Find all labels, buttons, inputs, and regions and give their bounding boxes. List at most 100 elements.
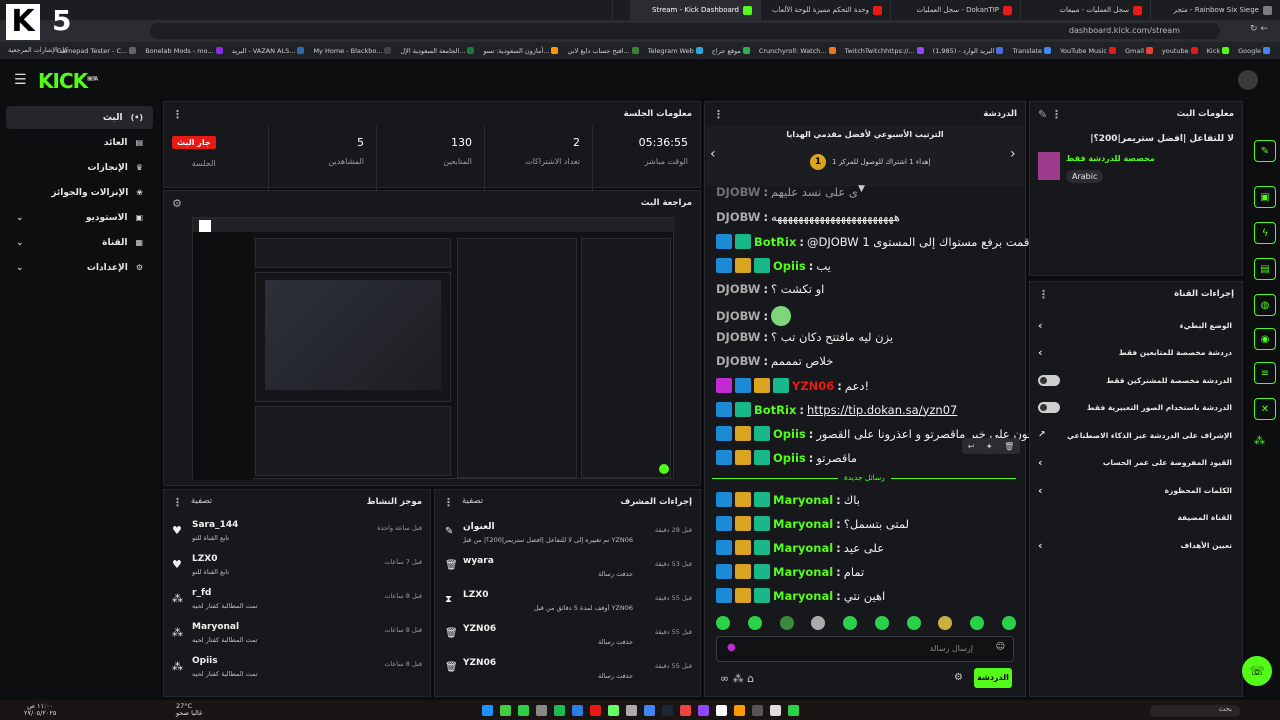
channel-action-row[interactable]: الإشراف على الدردشة عبر الذكاء الاصطناعي… <box>1032 422 1238 448</box>
pin-icon[interactable]: ▼ <box>858 184 865 194</box>
bookmark[interactable]: Crunchyroll: Watch... <box>759 47 836 55</box>
chat-message[interactable]: DJOBW: ي على نسد عليهم <box>716 186 858 198</box>
chat-message[interactable]: Maryonal: على عيد <box>716 540 884 555</box>
taskbar-app-icon[interactable] <box>553 704 565 716</box>
category[interactable]: مخصصة للدردشة فقط <box>1066 154 1155 163</box>
taskbar-app-icon[interactable] <box>589 704 601 716</box>
emote-icon[interactable] <box>1001 616 1016 630</box>
activity-menu-icon[interactable]: ⋮ <box>172 496 183 509</box>
emote-icon[interactable] <box>716 616 730 630</box>
stream-preview-video[interactable] <box>192 217 675 480</box>
session-menu-icon[interactable]: ⋮ <box>172 108 183 121</box>
sidebar-item[interactable]: ⌄ الاستوديو ▣ <box>6 206 153 229</box>
activity-user[interactable]: Sara_144 <box>192 520 238 530</box>
channel-action-row[interactable]: الكلمات المحظورة › <box>1032 477 1238 503</box>
activity-filter[interactable]: تصفية <box>191 496 212 509</box>
emote-icon[interactable] <box>747 616 762 630</box>
sidebar-item[interactable]: الإنجازات ♛ <box>6 156 153 179</box>
channel-action-row[interactable]: الدردشة مخصصة للمشتركين فقط <box>1032 367 1238 393</box>
chat-message[interactable]: Maryonal: اهين نتي <box>716 588 885 603</box>
delete-icon[interactable]: 🗑 <box>1004 442 1014 451</box>
modaction-target[interactable]: LZX0 <box>463 590 488 600</box>
bookmark[interactable]: Google <box>1238 47 1270 55</box>
chat-message[interactable]: YZN06: دعم! <box>716 378 869 393</box>
settings-icons[interactable]: ∞ ⁂ ⌂ <box>720 672 754 685</box>
channel-action-row[interactable]: الدردشة باستخدام الصور التعبيرية فقط <box>1032 395 1238 421</box>
broadcast-rail-icon[interactable]: ◉ <box>1254 328 1276 350</box>
emote-icon[interactable] <box>874 616 889 630</box>
taskbar-app-icon[interactable] <box>787 704 799 716</box>
chat-username[interactable]: YZN06 <box>792 379 834 393</box>
chat-message[interactable]: DJOBW: <box>716 306 794 326</box>
bookmark[interactable]: YouTube Music <box>1060 47 1116 55</box>
preview-settings-icon[interactable]: ⚙ <box>172 197 182 210</box>
menu-icon[interactable]: ☰ <box>14 72 27 88</box>
bolt-rail-icon[interactable]: ϟ <box>1254 222 1276 244</box>
chevron-left-icon[interactable]: ‹ <box>710 146 716 162</box>
message-actions[interactable]: ↩ ✦ 🗑 <box>962 438 1020 454</box>
chat-rail-icon[interactable]: ◍ <box>1254 294 1276 316</box>
bookmark[interactable]: Gamepad Tester - C... <box>57 47 137 55</box>
browser-tab[interactable]: Stream - Kick Dashboard <box>630 0 760 20</box>
channel-action-row[interactable]: الوضع البطيء › <box>1032 312 1238 338</box>
bookmark[interactable]: youtube <box>1162 47 1198 55</box>
bookmark[interactable]: My Home - Blackbo... <box>313 47 392 55</box>
kick-logo[interactable]: KICKBETA <box>38 69 98 93</box>
modactions-menu-icon[interactable]: ⋮ <box>443 496 454 509</box>
chat-username[interactable]: Maryonal <box>773 517 833 531</box>
taskbar-app-icon[interactable] <box>499 704 511 716</box>
modaction-target[interactable]: YZN06 <box>463 624 496 634</box>
channel-action-row[interactable]: تعيين الأهداف › <box>1032 532 1238 558</box>
all-bookmarks[interactable]: كل الإشارات المرجعية <box>8 46 68 54</box>
chat-message[interactable]: DJOBW: خلاص تمممم <box>716 354 833 368</box>
bookmark[interactable]: البريد - VAZAN ALS... <box>232 47 305 55</box>
taskbar-app-icon[interactable] <box>517 704 529 716</box>
emote-icon[interactable] <box>779 616 794 630</box>
reload-icon[interactable]: ↻ ← <box>1250 24 1268 34</box>
send-button[interactable]: الدردشة <box>974 668 1012 688</box>
mic-icon[interactable]: ● <box>727 642 736 653</box>
chat-username[interactable]: DJOBW <box>716 354 760 368</box>
taskbar-search[interactable]: بحث <box>1150 705 1240 717</box>
edit-rail-icon[interactable]: ✎ <box>1254 140 1276 162</box>
chevron-right-icon[interactable]: › <box>1010 146 1016 162</box>
browser-tab[interactable]: وحدة التحكم مميزة للوحة الألعاب <box>760 0 890 20</box>
chat-message[interactable]: Opiis: ماقصرتو <box>716 450 857 465</box>
share-rail-icon[interactable]: ⁂ <box>1254 434 1265 447</box>
chat-menu-icon[interactable]: ⋮ <box>713 108 724 121</box>
bookmark[interactable]: أمازون السعودية: تسو... <box>483 47 559 55</box>
pin-msg-icon[interactable]: ✦ <box>986 442 993 451</box>
channel-action-row[interactable]: دردشة مخصصة للمتابعين فقط › <box>1032 340 1238 366</box>
chat-username[interactable]: Opiis <box>773 259 806 273</box>
bookmark[interactable]: TwitchTwitchhttps://... <box>845 47 924 55</box>
emoji-icon[interactable]: ☺ <box>996 642 1005 652</box>
chat-input[interactable]: إرسال رسالة ☺ ● <box>716 636 1014 662</box>
taskbar-app-icon[interactable] <box>679 704 691 716</box>
chat-message[interactable]: BotRix: https://tip.dokan.sa/yzn07 <box>716 402 957 417</box>
bookmark[interactable]: Translate <box>1012 47 1051 55</box>
doc-rail-icon[interactable]: ▤ <box>1254 258 1276 280</box>
bookmark[interactable]: افتح حساب دايغ لاني... <box>567 47 639 55</box>
browser-tab[interactable]: DokanTIP - سجل العمليات <box>890 0 1020 20</box>
sidebar-item[interactable]: العائد ▤ <box>6 131 153 154</box>
camera-rail-icon[interactable]: ▣ <box>1254 186 1276 208</box>
taskbar-app-icon[interactable] <box>715 704 727 716</box>
emote-icon[interactable] <box>970 616 985 630</box>
taskbar-app-icon[interactable] <box>535 704 547 716</box>
activity-user[interactable]: Maryonal <box>192 622 239 632</box>
emote-icon[interactable] <box>811 616 826 630</box>
wrench-rail-icon[interactable]: ✕ <box>1254 398 1276 420</box>
chat-message[interactable]: DJOBW: هههههههههههههههههههههههه <box>716 210 900 224</box>
stack-rail-icon[interactable]: ≡ <box>1254 362 1276 384</box>
bookmark[interactable]: Telegram Web <box>648 47 703 55</box>
taskbar-app-icon[interactable] <box>643 704 655 716</box>
bookmark[interactable]: Bonelab Mods - mo... <box>145 47 223 55</box>
bookmark[interactable]: البريد الوارد - (1,985) <box>933 47 1004 55</box>
chat-username[interactable]: Opiis <box>773 427 806 441</box>
bookmark[interactable]: موقع حراج <box>712 47 750 55</box>
taskbar-app-icon[interactable] <box>697 704 709 716</box>
toggle-switch[interactable] <box>1038 374 1060 386</box>
chat-message[interactable]: Opiis: يب <box>716 258 831 273</box>
activity-user[interactable]: r_fd <box>192 588 211 598</box>
reply-icon[interactable]: ↩ <box>968 442 975 451</box>
